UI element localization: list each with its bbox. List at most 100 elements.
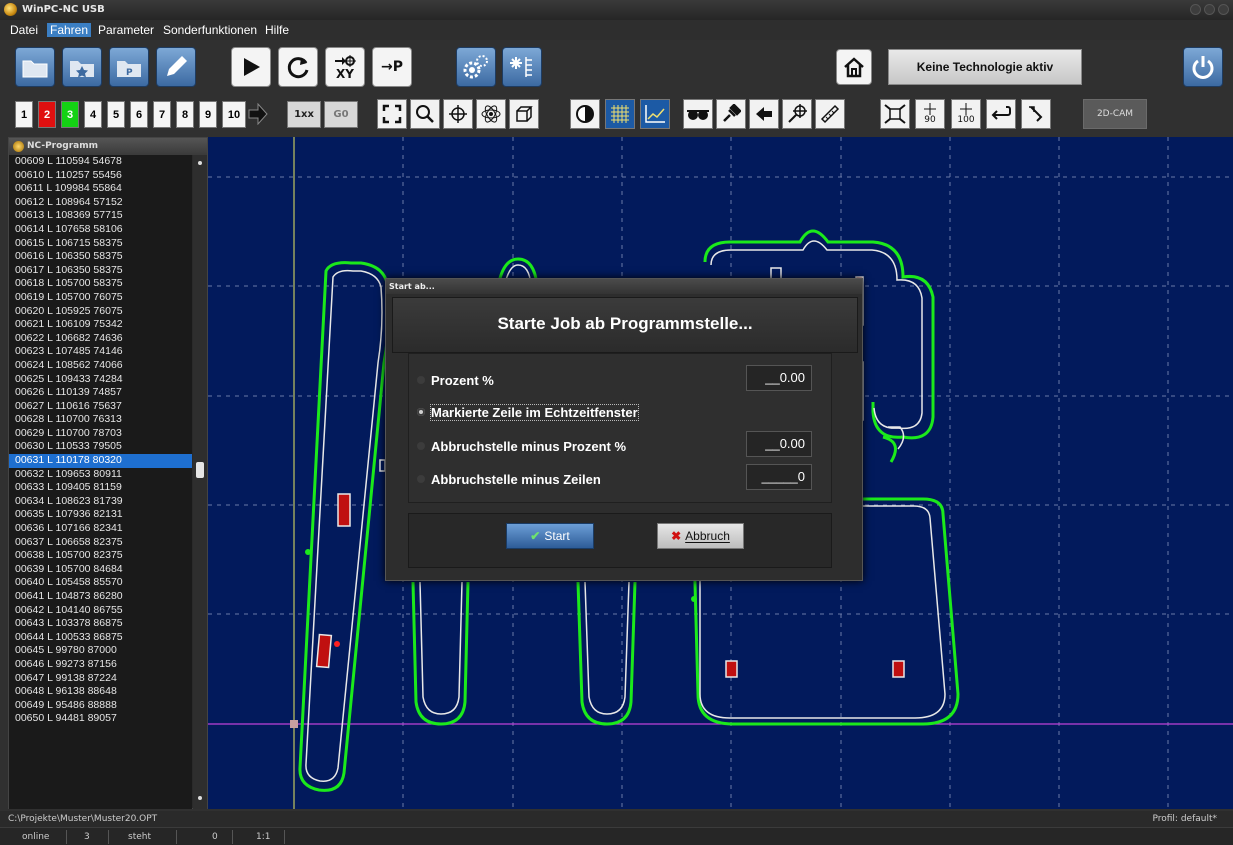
move-origin-button[interactable]	[782, 99, 812, 129]
nc-line[interactable]: 00628 L 110700 76313	[9, 413, 192, 427]
chart-button[interactable]	[640, 99, 670, 129]
3d-view-button[interactable]	[509, 99, 539, 129]
2d-cam-button[interactable]: 2D-CAM	[1083, 99, 1147, 129]
axis-button-9[interactable]: 9	[199, 101, 217, 128]
axis-button-4[interactable]: 4	[84, 101, 102, 128]
nc-line[interactable]: 00632 L 109653 80911	[9, 468, 192, 482]
nc-line[interactable]: 00638 L 105700 82375	[9, 549, 192, 563]
nc-line[interactable]: 00647 L 99138 87224	[9, 672, 192, 686]
loop-button[interactable]	[986, 99, 1016, 129]
zoom-fit-button[interactable]	[377, 99, 407, 129]
move-to-p-button[interactable]: →P	[372, 47, 412, 87]
abbruch-zeilen-input[interactable]: _____0	[746, 464, 812, 490]
nc-line[interactable]: 00637 L 106658 82375	[9, 536, 192, 550]
g0-button[interactable]: G0	[324, 101, 358, 128]
prozent-input[interactable]: __0.00	[746, 365, 812, 391]
nc-line[interactable]: 00648 L 96138 88648	[9, 685, 192, 699]
menu-fahren[interactable]: Fahren	[47, 23, 92, 37]
scrollbar-thumb[interactable]	[196, 462, 204, 478]
home-button[interactable]	[836, 49, 872, 85]
axis-button-7[interactable]: 7	[153, 101, 171, 128]
rotate90-button[interactable]: 90	[915, 99, 945, 129]
menu-sonderfunktionen[interactable]: Sonderfunktionen	[160, 23, 260, 37]
nc-line[interactable]: 00633 L 109405 81159	[9, 481, 192, 495]
nc-line[interactable]: 00646 L 99273 87156	[9, 658, 192, 672]
nc-line[interactable]: 00650 L 94481 89057	[9, 712, 192, 726]
menu-parameter[interactable]: Parameter	[95, 23, 157, 37]
pan-button[interactable]	[443, 99, 473, 129]
nc-line[interactable]: 00639 L 105700 84684	[9, 563, 192, 577]
axis-button-5[interactable]: 5	[107, 101, 125, 128]
project-button[interactable]: P	[109, 47, 149, 87]
nc-line[interactable]: 00614 L 107658 58106	[9, 223, 192, 237]
radio-markierte-zeile[interactable]	[417, 408, 425, 416]
nc-line[interactable]: 00635 L 107936 82131	[9, 508, 192, 522]
nc-line[interactable]: 00626 L 110139 74857	[9, 386, 192, 400]
nc-line[interactable]: 00620 L 105925 76075	[9, 305, 192, 319]
nc-line[interactable]: 00613 L 108369 57715	[9, 209, 192, 223]
nc-line[interactable]: 00616 L 106350 58375	[9, 250, 192, 264]
nc-line[interactable]: 00615 L 106715 58375	[9, 237, 192, 251]
menu-hilfe[interactable]: Hilfe	[262, 23, 292, 37]
nc-line[interactable]: 00621 L 106109 75342	[9, 318, 192, 332]
edit-button[interactable]	[156, 47, 196, 87]
scroll-down-dot[interactable]	[198, 796, 202, 800]
nc-line[interactable]: 00622 L 106682 74636	[9, 332, 192, 346]
nc-line[interactable]: 00640 L 105458 85570	[9, 576, 192, 590]
option-abbruch-zeilen[interactable]: Abbruchstelle minus Zeilen	[417, 469, 601, 489]
nc-line[interactable]: 00629 L 110700 78703	[9, 427, 192, 441]
nc-line[interactable]: 00617 L 106350 58375	[9, 264, 192, 278]
nc-line[interactable]: 00612 L 108964 57152	[9, 196, 192, 210]
move-xy-button[interactable]: XY	[325, 47, 365, 87]
minimize-icon[interactable]	[1190, 4, 1201, 15]
abbruch-button[interactable]: ✖ Abbruch	[657, 523, 744, 549]
speed-button[interactable]: 1xx	[287, 101, 321, 128]
start-button[interactable]: ✔ Start	[506, 523, 594, 549]
maximize-icon[interactable]	[1204, 4, 1215, 15]
reference-run-button[interactable]	[278, 47, 318, 87]
nc-line[interactable]: 00642 L 104140 86755	[9, 604, 192, 618]
simulation-button[interactable]	[476, 99, 506, 129]
nc-line[interactable]: 00618 L 105700 58375	[9, 277, 192, 291]
nc-line[interactable]: 00636 L 107166 82341	[9, 522, 192, 536]
technology-button[interactable]: Keine Technologie aktiv	[888, 49, 1082, 85]
nc-line[interactable]: 00631 L 110178 80320	[9, 454, 192, 468]
abbruch-prozent-input[interactable]: __0.00	[746, 431, 812, 457]
nc-line[interactable]: 00624 L 108562 74066	[9, 359, 192, 373]
axis-button-2[interactable]: 2	[38, 101, 56, 128]
nc-line[interactable]: 00643 L 103378 86875	[9, 617, 192, 631]
nc-line[interactable]: 00649 L 95486 88888	[9, 699, 192, 713]
radio-prozent[interactable]	[417, 376, 425, 384]
radio-abbruch-zeilen[interactable]	[417, 475, 425, 483]
nc-line[interactable]: 00610 L 110257 55456	[9, 169, 192, 183]
option-abbruch-prozent[interactable]: Abbruchstelle minus Prozent %	[417, 436, 626, 456]
arrow-right-icon[interactable]	[248, 102, 268, 129]
nc-line[interactable]: 00609 L 110594 54678	[9, 155, 192, 169]
option-markierte-zeile[interactable]: Markierte Zeile im Echtzeitfenster	[417, 402, 639, 422]
axis-button-10[interactable]: 10	[222, 101, 246, 128]
back-button[interactable]	[749, 99, 779, 129]
nc-line[interactable]: 00611 L 109984 55864	[9, 182, 192, 196]
favorites-button[interactable]	[62, 47, 102, 87]
nc-line[interactable]: 00627 L 110616 75637	[9, 400, 192, 414]
nc-line[interactable]: 00630 L 110533 79505	[9, 440, 192, 454]
rotate100-button[interactable]: 100	[951, 99, 981, 129]
axis-button-3[interactable]: 3	[61, 101, 79, 128]
path-button[interactable]	[1021, 99, 1051, 129]
scroll-up-dot[interactable]	[198, 161, 202, 165]
option-prozent[interactable]: Prozent %	[417, 370, 494, 390]
nc-line[interactable]: 00625 L 109433 74284	[9, 373, 192, 387]
axis-button-1[interactable]: 1	[15, 101, 33, 128]
settings-button[interactable]	[456, 47, 496, 87]
power-button[interactable]	[1183, 47, 1223, 87]
start-job-button[interactable]	[231, 47, 271, 87]
menu-datei[interactable]: Datei	[7, 23, 41, 37]
zoom-button[interactable]	[410, 99, 440, 129]
radio-abbruch-prozent[interactable]	[417, 442, 425, 450]
axis-button-8[interactable]: 8	[176, 101, 194, 128]
nc-line[interactable]: 00634 L 108623 81739	[9, 495, 192, 509]
nc-line[interactable]: 00623 L 107485 74146	[9, 345, 192, 359]
nc-line[interactable]: 00619 L 105700 76075	[9, 291, 192, 305]
nc-program-list[interactable]: 00609 L 110594 54678 00610 L 110257 55456…	[9, 155, 192, 809]
close-icon[interactable]	[1218, 4, 1229, 15]
